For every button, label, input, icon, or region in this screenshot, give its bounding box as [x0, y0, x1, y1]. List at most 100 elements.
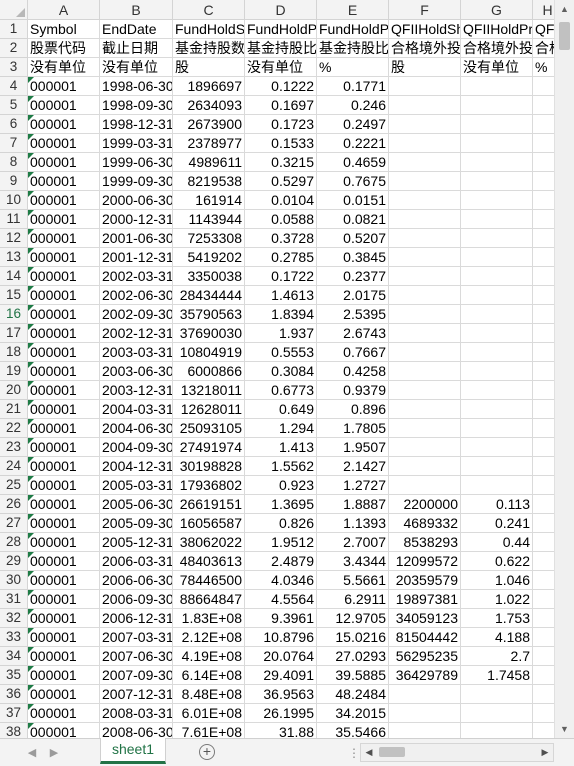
table-cell[interactable]: 000001 [28, 267, 100, 286]
table-cell[interactable] [533, 438, 554, 457]
table-cell[interactable]: 1.9507 [317, 438, 389, 457]
table-cell[interactable] [461, 438, 533, 457]
table-cell[interactable]: 1999-06-30 [100, 153, 173, 172]
table-cell[interactable]: 0.3084 [245, 362, 317, 381]
row-header-6[interactable]: 6 [0, 115, 28, 134]
header-cell[interactable]: FundHoldProportion [245, 20, 317, 39]
table-cell[interactable]: 35.5466 [317, 723, 389, 738]
table-cell[interactable] [461, 248, 533, 267]
row-header-23[interactable]: 23 [0, 438, 28, 457]
header-cell[interactable]: QFIIHoldProportion [461, 20, 533, 39]
table-cell[interactable] [389, 419, 461, 438]
table-cell[interactable]: 10804919 [173, 343, 245, 362]
table-cell[interactable]: 2003-06-30 [100, 362, 173, 381]
row-header-27[interactable]: 27 [0, 514, 28, 533]
row-header-15[interactable]: 15 [0, 286, 28, 305]
table-cell[interactable]: 25093105 [173, 419, 245, 438]
table-cell[interactable] [389, 77, 461, 96]
horizontal-scrollbar[interactable]: ◀ ▶ [360, 743, 554, 762]
table-cell[interactable]: 0.1222 [245, 77, 317, 96]
table-cell[interactable]: 2007-12-31 [100, 685, 173, 704]
table-cell[interactable]: 2.1427 [317, 457, 389, 476]
table-cell[interactable]: 27491974 [173, 438, 245, 457]
table-cell[interactable]: 1.4613 [245, 286, 317, 305]
table-cell[interactable] [533, 533, 554, 552]
table-cell[interactable]: 1.3695 [245, 495, 317, 514]
table-cell[interactable] [533, 248, 554, 267]
table-cell[interactable] [461, 229, 533, 248]
table-cell[interactable]: 000001 [28, 343, 100, 362]
table-cell[interactable]: 0.826 [245, 514, 317, 533]
table-cell[interactable]: 2004-03-31 [100, 400, 173, 419]
row-header-7[interactable]: 7 [0, 134, 28, 153]
table-cell[interactable]: 8.48E+08 [173, 685, 245, 704]
table-cell[interactable]: 2378977 [173, 134, 245, 153]
plus-circle-icon[interactable]: + [199, 744, 215, 760]
table-cell[interactable]: 000001 [28, 723, 100, 738]
table-cell[interactable]: 2000-12-31 [100, 210, 173, 229]
table-cell[interactable]: 29.4091 [245, 666, 317, 685]
table-cell[interactable]: 3350038 [173, 267, 245, 286]
table-cell[interactable]: 1.7805 [317, 419, 389, 438]
triangle-left-icon[interactable]: ◀ [24, 745, 40, 761]
table-cell[interactable]: 000001 [28, 628, 100, 647]
table-cell[interactable]: 2006-09-30 [100, 590, 173, 609]
table-cell[interactable] [533, 647, 554, 666]
table-cell[interactable]: 2006-03-31 [100, 552, 173, 571]
table-cell[interactable] [461, 381, 533, 400]
table-cell[interactable] [389, 400, 461, 419]
header-cell[interactable]: 没有单位 [28, 58, 100, 77]
table-cell[interactable]: 20359579 [389, 571, 461, 590]
table-cell[interactable]: 9.3961 [245, 609, 317, 628]
table-cell[interactable]: 000001 [28, 704, 100, 723]
row-header-18[interactable]: 18 [0, 343, 28, 362]
table-cell[interactable]: 0.1723 [245, 115, 317, 134]
table-cell[interactable]: 6000866 [173, 362, 245, 381]
row-header-28[interactable]: 28 [0, 533, 28, 552]
table-cell[interactable]: 000001 [28, 286, 100, 305]
table-cell[interactable]: 2.5395 [317, 305, 389, 324]
table-cell[interactable]: 000001 [28, 514, 100, 533]
table-cell[interactable] [533, 343, 554, 362]
column-header-g[interactable]: G [461, 0, 533, 20]
table-cell[interactable]: 8538293 [389, 533, 461, 552]
table-cell[interactable]: 161914 [173, 191, 245, 210]
table-cell[interactable]: 0.2497 [317, 115, 389, 134]
row-header-19[interactable]: 19 [0, 362, 28, 381]
table-cell[interactable]: 2001-06-30 [100, 229, 173, 248]
table-cell[interactable] [461, 419, 533, 438]
table-cell[interactable]: 4.188 [461, 628, 533, 647]
table-cell[interactable] [461, 172, 533, 191]
table-cell[interactable]: 81504442 [389, 628, 461, 647]
table-cell[interactable] [533, 666, 554, 685]
table-cell[interactable]: 2008-03-31 [100, 704, 173, 723]
scroll-down-icon[interactable]: ▼ [555, 720, 574, 738]
table-cell[interactable]: 48.2484 [317, 685, 389, 704]
table-cell[interactable]: 2002-03-31 [100, 267, 173, 286]
table-cell[interactable] [533, 381, 554, 400]
table-cell[interactable] [389, 704, 461, 723]
table-cell[interactable]: 000001 [28, 685, 100, 704]
table-cell[interactable] [461, 153, 533, 172]
table-cell[interactable]: 4989611 [173, 153, 245, 172]
table-cell[interactable] [461, 210, 533, 229]
table-cell[interactable] [461, 343, 533, 362]
table-cell[interactable]: 2004-12-31 [100, 457, 173, 476]
table-cell[interactable]: 0.3215 [245, 153, 317, 172]
table-cell[interactable] [389, 457, 461, 476]
row-header-37[interactable]: 37 [0, 704, 28, 723]
table-cell[interactable]: 35790563 [173, 305, 245, 324]
table-cell[interactable]: 7253308 [173, 229, 245, 248]
table-cell[interactable]: 0.0821 [317, 210, 389, 229]
header-cell[interactable]: 截止日期 [100, 39, 173, 58]
table-cell[interactable] [533, 267, 554, 286]
table-cell[interactable]: 000001 [28, 134, 100, 153]
table-cell[interactable]: 000001 [28, 210, 100, 229]
table-cell[interactable] [389, 324, 461, 343]
table-cell[interactable] [461, 457, 533, 476]
header-cell[interactable]: % [317, 58, 389, 77]
table-cell[interactable] [461, 400, 533, 419]
table-cell[interactable] [389, 210, 461, 229]
header-cell[interactable]: 没有单位 [100, 58, 173, 77]
header-cell[interactable]: 没有单位 [461, 58, 533, 77]
